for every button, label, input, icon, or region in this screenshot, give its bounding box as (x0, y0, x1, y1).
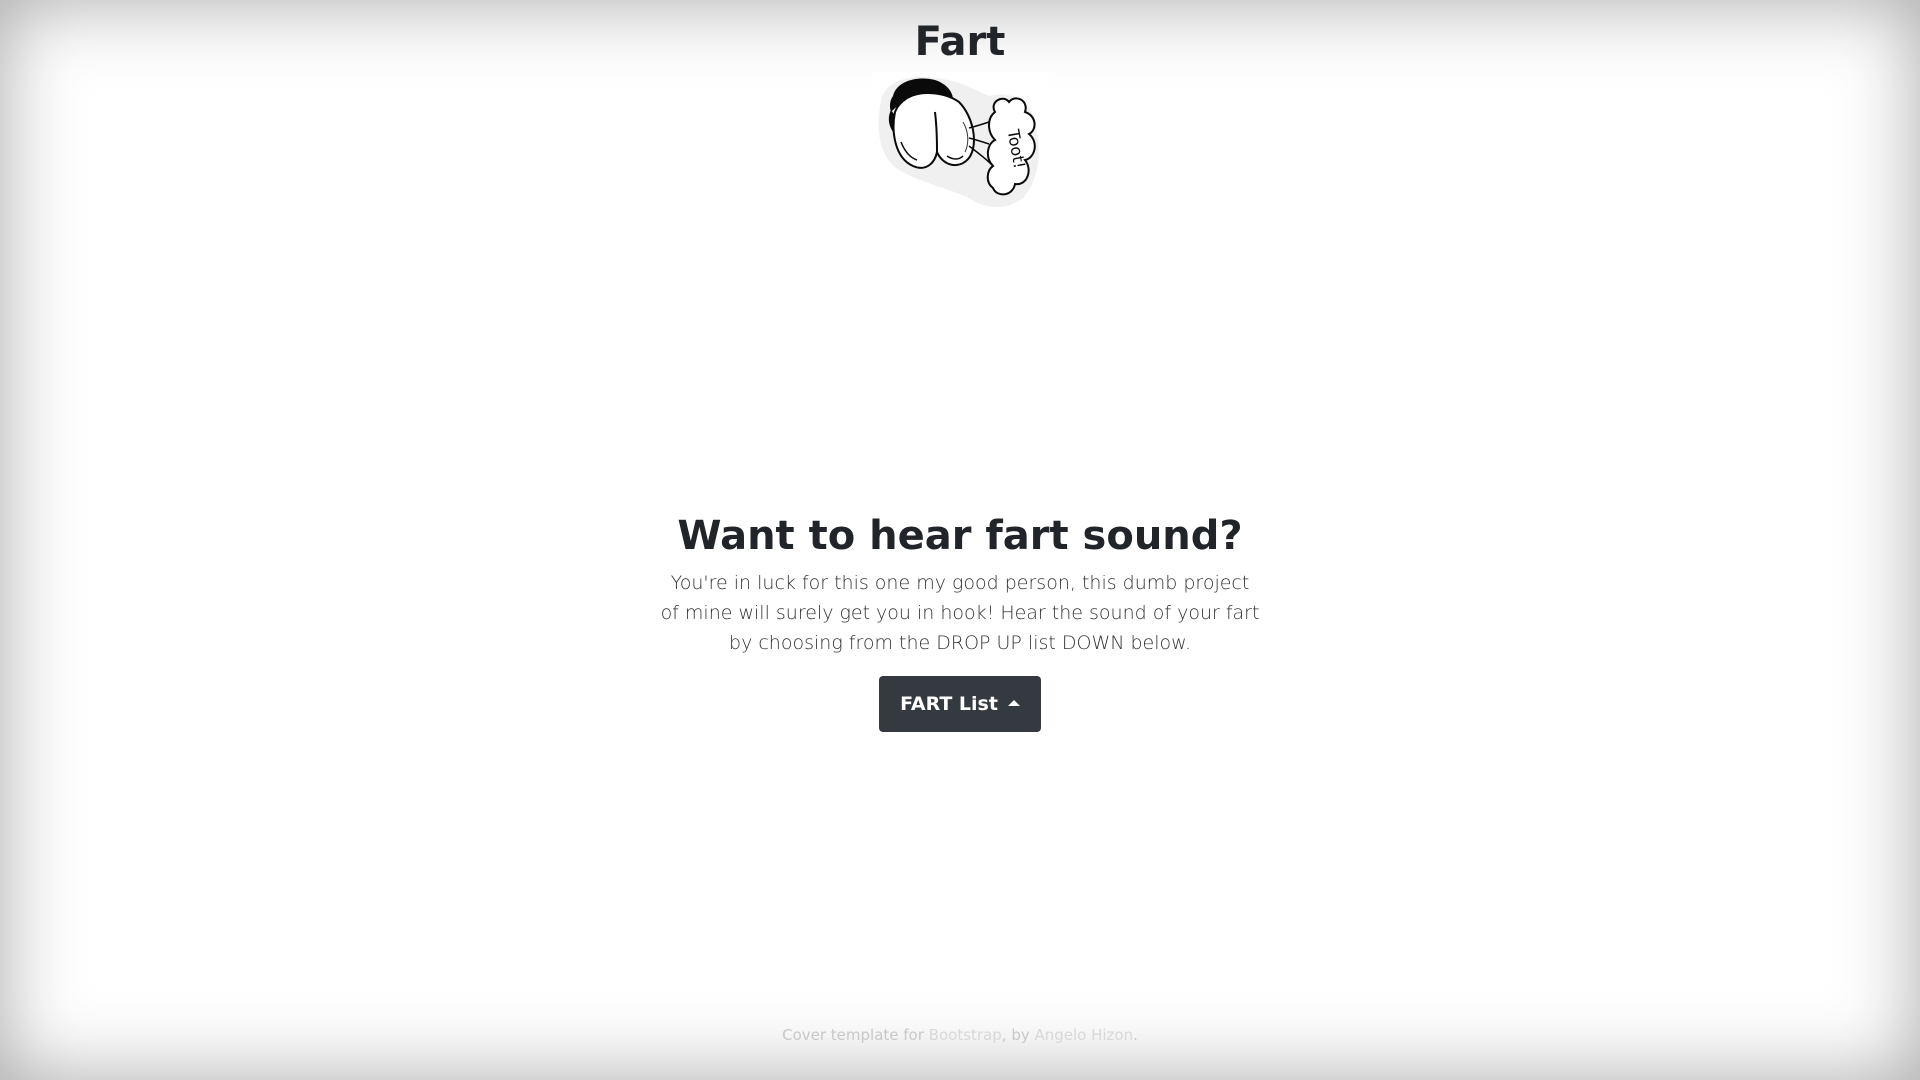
bootstrap-link[interactable]: Bootstrap (929, 1026, 1002, 1044)
lead-text: You're in luck for this one my good pers… (660, 572, 1260, 654)
footer-suffix: . (1133, 1026, 1138, 1044)
author-link[interactable]: Angelo Hizon (1034, 1026, 1133, 1044)
fart-cartoon-icon: Toot! (873, 72, 1049, 212)
caret-up-icon (1007, 699, 1020, 706)
fart-list-dropup-button[interactable]: FART List (879, 676, 1041, 732)
main-content: Want to hear fart sound? You're in luck … (0, 510, 1920, 732)
brand-title: Fart (914, 19, 1006, 65)
fart-list-button-label: FART List (900, 693, 998, 715)
headline: Want to hear fart sound? (677, 513, 1243, 559)
masthead: Fart (0, 18, 1920, 66)
footer: Cover template for Bootstrap, by Angelo … (0, 1026, 1920, 1044)
fart-cartoon-svg: Toot! (878, 76, 1039, 208)
footer-middle: , by (1001, 1026, 1035, 1044)
footer-prefix: Cover template for (782, 1026, 929, 1044)
cover-page: Fart Toot! Want to hear fart sound? You'… (0, 0, 1920, 1080)
dropup: FART List (0, 676, 1920, 732)
